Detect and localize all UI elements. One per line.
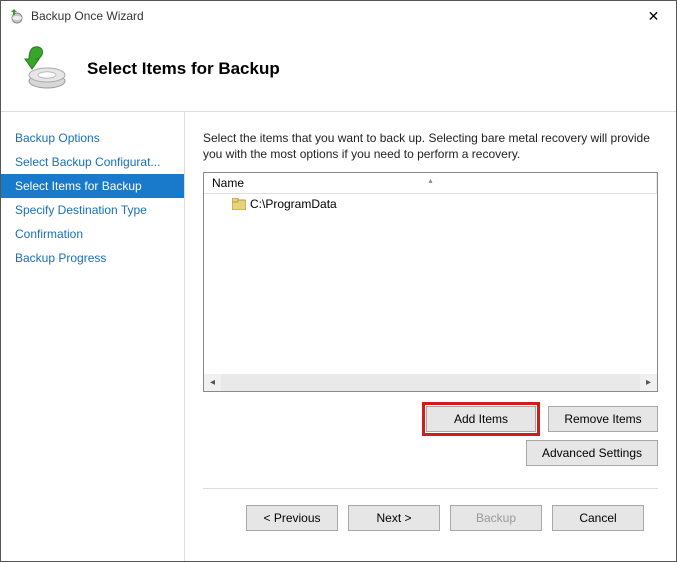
main-panel: Select the items that you want to back u…	[185, 112, 676, 561]
step-backup-progress[interactable]: Backup Progress	[1, 246, 184, 270]
step-confirmation[interactable]: Confirmation	[1, 222, 184, 246]
window-title: Backup Once Wizard	[31, 9, 144, 23]
step-specify-destination[interactable]: Specify Destination Type	[1, 198, 184, 222]
folder-icon	[232, 198, 246, 210]
close-icon: ✕	[648, 8, 660, 25]
items-listbox[interactable]: Name ▴ C:\ProgramData ◂ ▸	[203, 172, 658, 392]
cancel-button[interactable]: Cancel	[552, 505, 644, 531]
previous-button[interactable]: < Previous	[246, 505, 338, 531]
backup-button[interactable]: Backup	[450, 505, 542, 531]
remove-items-button[interactable]: Remove Items	[548, 406, 658, 432]
advanced-settings-button[interactable]: Advanced Settings	[526, 440, 658, 466]
scroll-track[interactable]	[221, 374, 640, 391]
wizard-steps-sidebar: Backup Options Select Backup Configurat.…	[1, 112, 185, 561]
list-item[interactable]: C:\ProgramData	[204, 196, 657, 212]
list-header[interactable]: Name ▴	[204, 173, 657, 194]
step-select-items[interactable]: Select Items for Backup	[1, 174, 184, 198]
wizard-icon	[21, 45, 69, 93]
scroll-right-icon[interactable]: ▸	[640, 374, 657, 391]
titlebar: Backup Once Wizard ✕	[1, 1, 676, 31]
description-text: Select the items that you want to back u…	[203, 130, 658, 162]
wizard-header: Select Items for Backup	[1, 31, 676, 112]
step-select-backup-config[interactable]: Select Backup Configurat...	[1, 150, 184, 174]
next-button[interactable]: Next >	[348, 505, 440, 531]
step-backup-options[interactable]: Backup Options	[1, 126, 184, 150]
list-item-path: C:\ProgramData	[250, 197, 337, 211]
close-button[interactable]: ✕	[631, 1, 676, 31]
add-items-button[interactable]: Add Items	[426, 406, 536, 432]
app-icon	[9, 8, 25, 24]
sort-caret-icon: ▴	[428, 176, 432, 185]
wizard-footer: < Previous Next > Backup Cancel	[203, 488, 658, 551]
list-body: C:\ProgramData	[204, 194, 657, 374]
horizontal-scrollbar[interactable]: ◂ ▸	[204, 374, 657, 391]
page-title: Select Items for Backup	[87, 59, 280, 79]
scroll-left-icon[interactable]: ◂	[204, 374, 221, 391]
